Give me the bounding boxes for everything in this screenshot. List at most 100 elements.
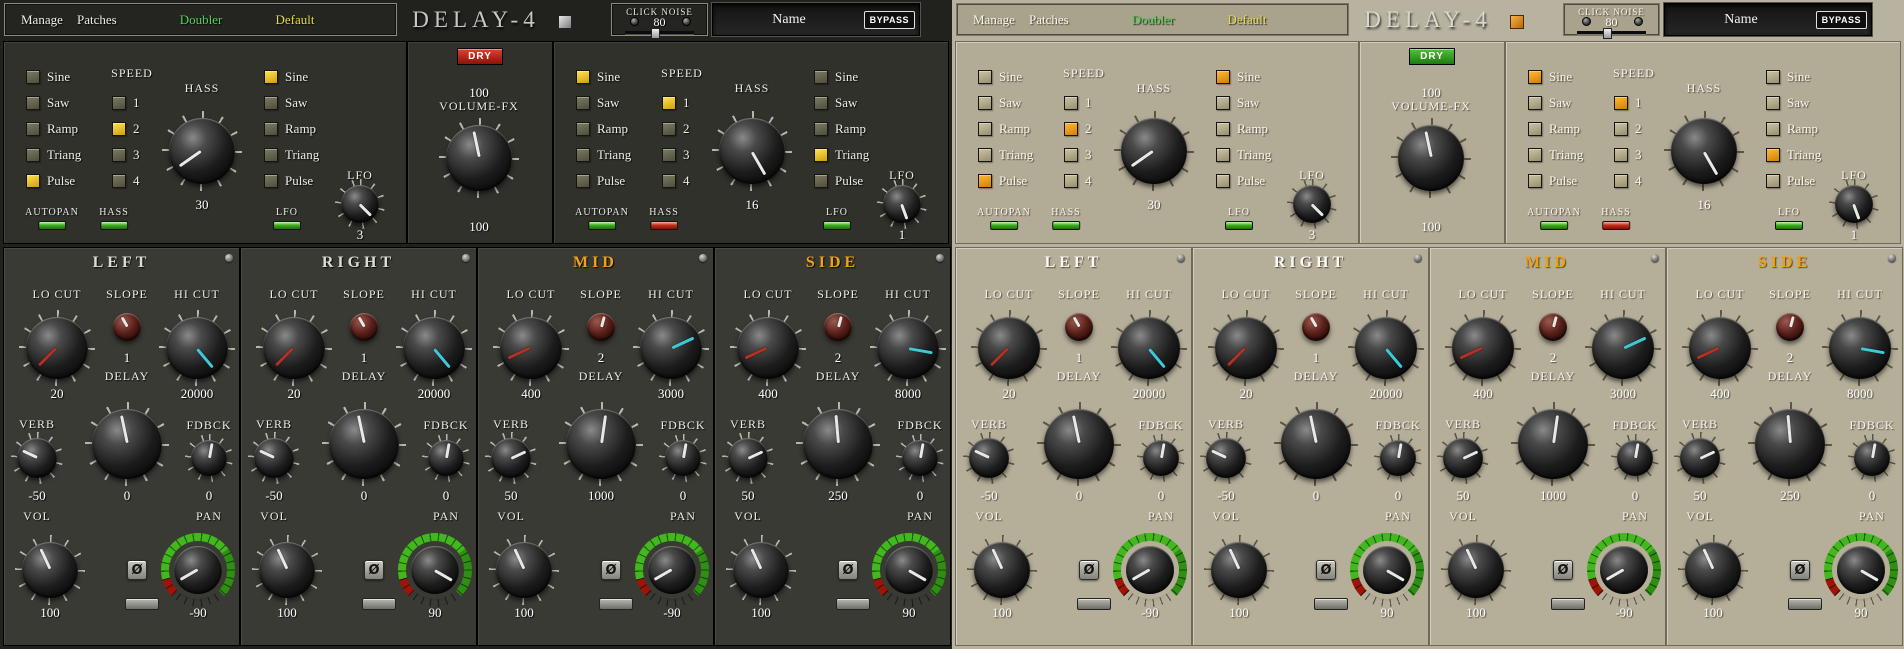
pan-mode-button[interactable] [125,598,159,610]
speed-4-checkbox[interactable] [662,173,676,188]
sine-checkbox[interactable] [1528,69,1542,84]
locut-knob[interactable] [730,310,806,386]
color-swatch-button[interactable] [1510,15,1524,29]
speed-1-checkbox[interactable] [1064,95,1078,110]
lfo-led[interactable] [823,221,851,230]
lfo-knob[interactable] [1829,179,1879,229]
pulse-checkbox[interactable] [1216,173,1230,188]
menu-patches[interactable]: Patches [77,12,117,28]
ramp-checkbox[interactable] [576,121,590,136]
lfo-led[interactable] [1225,221,1253,230]
verb-knob[interactable] [722,432,774,484]
volume-fx-knob[interactable] [439,118,519,198]
locut-knob[interactable] [1682,310,1758,386]
verb-knob[interactable] [963,432,1015,484]
phase-invert-button[interactable]: Ø [1079,560,1099,580]
phase-invert-button[interactable]: Ø [127,560,147,580]
hicut-knob[interactable] [396,310,472,386]
speed-1-checkbox[interactable] [662,95,676,110]
vol-knob[interactable] [489,535,559,605]
delay-knob[interactable] [1274,402,1358,486]
verb-knob[interactable] [485,432,537,484]
bypass-button[interactable]: BYPASS [1815,11,1867,29]
preset-name-green[interactable]: Doubler [1132,12,1175,28]
saw-checkbox[interactable] [264,95,278,110]
hicut-knob[interactable] [870,310,946,386]
pan-mode-button[interactable] [599,598,633,610]
hass-knob[interactable] [162,111,242,191]
lfo-knob[interactable] [877,179,927,229]
speed-2-checkbox[interactable] [662,121,676,136]
fdbck-knob[interactable] [896,434,944,482]
locut-knob[interactable] [493,310,569,386]
hicut-knob[interactable] [159,310,235,386]
vol-knob[interactable] [967,535,1037,605]
speed-1-checkbox[interactable] [1614,95,1628,110]
speed-3-checkbox[interactable] [1064,147,1078,162]
fdbck-knob[interactable] [1848,434,1896,482]
bypass-button[interactable]: BYPASS [863,11,915,29]
fdbck-knob[interactable] [1611,434,1659,482]
slope-knob[interactable] [350,313,378,341]
speed-4-checkbox[interactable] [1614,173,1628,188]
verb-knob[interactable] [248,432,300,484]
pan-knob[interactable] [1113,533,1187,607]
lfo-led[interactable] [273,221,301,230]
pulse-checkbox[interactable] [576,173,590,188]
autopan-led[interactable] [38,221,66,230]
sine-checkbox[interactable] [1766,69,1780,84]
pulse-checkbox[interactable] [978,173,992,188]
hicut-knob[interactable] [1585,310,1661,386]
hass-knob[interactable] [1664,111,1744,191]
fdbck-knob[interactable] [422,434,470,482]
delay-knob[interactable] [85,402,169,486]
delay-knob[interactable] [559,402,643,486]
delay-knob[interactable] [1748,402,1832,486]
autopan-led[interactable] [1540,221,1568,230]
speed-3-checkbox[interactable] [112,147,126,162]
pan-mode-button[interactable] [1551,598,1585,610]
sine-checkbox[interactable] [1216,69,1230,84]
pan-mode-button[interactable] [1077,598,1111,610]
triang-checkbox[interactable] [1528,147,1542,162]
fdbck-knob[interactable] [659,434,707,482]
delay-knob[interactable] [1511,402,1595,486]
pan-knob[interactable] [635,533,709,607]
ramp-checkbox[interactable] [978,121,992,136]
ramp-checkbox[interactable] [1528,121,1542,136]
locut-knob[interactable] [971,310,1047,386]
vol-knob[interactable] [726,535,796,605]
click-noise-slider-handle[interactable] [1603,28,1612,39]
speed-3-checkbox[interactable] [1614,147,1628,162]
locut-knob[interactable] [256,310,332,386]
speed-2-checkbox[interactable] [1614,121,1628,136]
triang-checkbox[interactable] [814,147,828,162]
saw-checkbox[interactable] [576,95,590,110]
vol-knob[interactable] [1441,535,1511,605]
verb-knob[interactable] [1437,432,1489,484]
phase-invert-button[interactable]: Ø [1553,560,1573,580]
hass-led[interactable] [99,221,128,230]
patch-name-field[interactable]: Name [1665,4,1817,35]
verb-knob[interactable] [11,432,63,484]
autopan-led[interactable] [990,221,1018,230]
pulse-checkbox[interactable] [1766,173,1780,188]
lfo-led[interactable] [1775,221,1803,230]
slope-knob[interactable] [1065,313,1093,341]
pan-mode-button[interactable] [1314,598,1348,610]
hass-knob[interactable] [712,111,792,191]
fdbck-knob[interactable] [1137,434,1185,482]
phase-invert-button[interactable]: Ø [364,560,384,580]
locut-knob[interactable] [1208,310,1284,386]
triang-checkbox[interactable] [1216,147,1230,162]
saw-checkbox[interactable] [814,95,828,110]
lfo-knob[interactable] [335,179,385,229]
pulse-checkbox[interactable] [26,173,40,188]
hicut-knob[interactable] [1111,310,1187,386]
pan-mode-button[interactable] [362,598,396,610]
locut-knob[interactable] [19,310,95,386]
vol-knob[interactable] [252,535,322,605]
menu-patches[interactable]: Patches [1029,12,1069,28]
click-noise-slider[interactable] [1577,28,1646,39]
preset-name-yellow[interactable]: Default [276,12,315,28]
